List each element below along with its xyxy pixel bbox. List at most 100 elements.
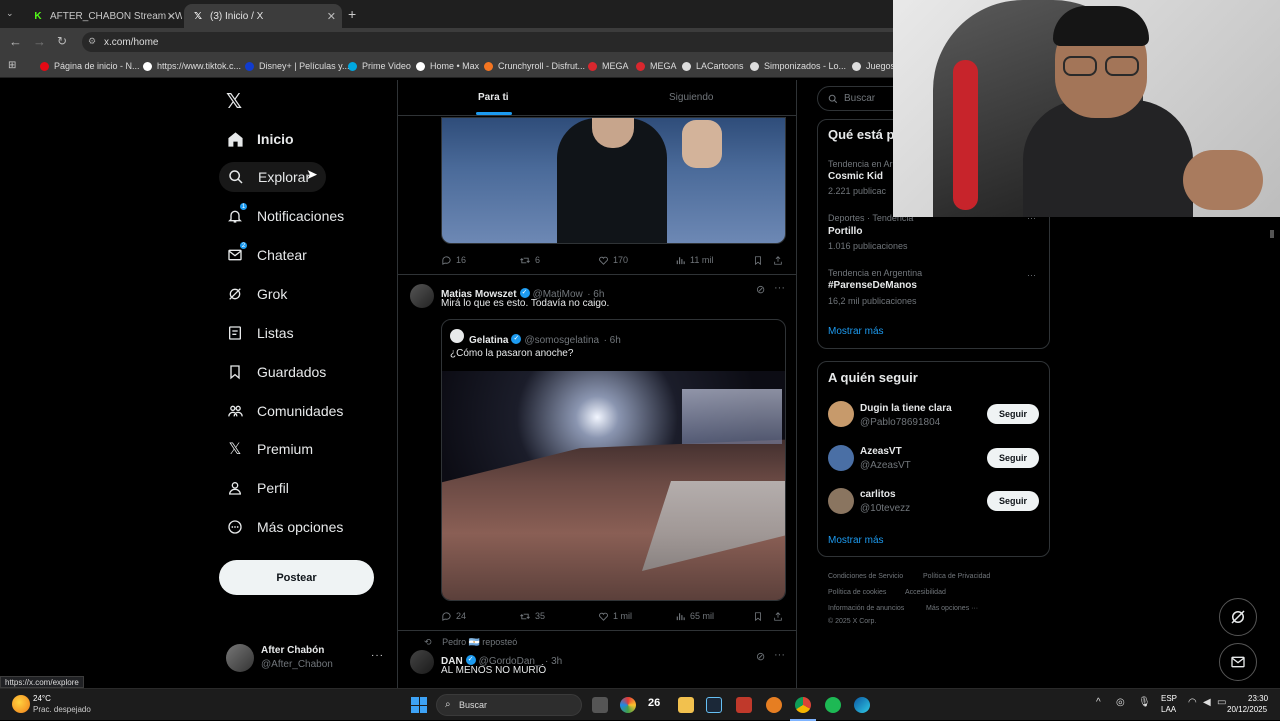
bookmark-item[interactable]: Juegos — [852, 61, 893, 71]
tray-app-icon[interactable]: ◎ — [1116, 697, 1125, 708]
microphone-icon[interactable] — [766, 697, 782, 713]
windows-start-icon[interactable] — [411, 697, 427, 713]
nav-grok[interactable]: Grok — [226, 279, 287, 309]
tab-para-ti[interactable]: Para ti — [478, 92, 509, 103]
footer-link[interactable]: Información de anuncios — [828, 605, 904, 612]
site-info-icon[interactable]: ⚙ — [88, 36, 96, 47]
footer-link[interactable]: Política de cookies — [828, 589, 886, 596]
bookmark-item[interactable]: Crunchyroll - Disfrut... — [484, 61, 585, 71]
footer-link[interactable]: Condiciones de Servicio — [828, 573, 903, 580]
follow-button[interactable]: Seguir — [987, 491, 1039, 511]
nav-notificaciones[interactable]: 1 Notificaciones — [226, 201, 344, 231]
language-bottom[interactable]: LAA — [1161, 705, 1176, 714]
tab-siguiendo[interactable]: Siguiendo — [669, 92, 713, 103]
bookmark-item[interactable]: https://www.tiktok.c... — [143, 61, 241, 71]
avatar[interactable] — [410, 650, 434, 674]
post-button[interactable]: Postear — [219, 560, 374, 595]
nav-guardados[interactable]: Guardados — [226, 357, 326, 387]
suggested-user-name[interactable]: carlitos — [860, 489, 896, 500]
bookmark-item[interactable]: MEGA — [636, 61, 677, 71]
concert-photo[interactable] — [442, 371, 785, 600]
trend-name[interactable]: Portillo — [828, 226, 862, 237]
bookmark-item[interactable]: Página de inicio - N... — [40, 61, 140, 71]
new-tab-icon[interactable]: + — [348, 6, 356, 22]
bookmark-item[interactable]: LACartoons — [682, 61, 744, 71]
avatar[interactable] — [828, 445, 854, 471]
tweet-more-icon[interactable]: ··· — [774, 649, 785, 661]
trend-more-icon[interactable]: ··· — [1027, 270, 1036, 280]
account-more-icon[interactable]: ··· — [371, 650, 384, 661]
taskbar-search[interactable]: ⌕ Buscar — [436, 694, 582, 716]
scrollbar-thumb[interactable] — [1270, 230, 1274, 238]
nav-inicio[interactable]: Inicio — [226, 124, 294, 154]
task-view-icon[interactable] — [592, 697, 608, 713]
weather-icon[interactable] — [12, 695, 30, 713]
apps-icon[interactable]: ⊞ — [8, 60, 16, 71]
x-logo-icon[interactable]: 𝕏 — [226, 89, 242, 114]
bookmark-item[interactable]: Simponizados - Lo... — [750, 61, 846, 71]
bookmark-item[interactable]: Prime Video — [348, 61, 411, 71]
messages-fab-button[interactable] — [1219, 643, 1257, 681]
nav-perfil[interactable]: Perfil — [226, 473, 289, 503]
tweet-time[interactable]: · 3h — [545, 656, 562, 667]
edge-icon[interactable] — [854, 697, 870, 713]
suggested-user-name[interactable]: Dugin la tiene clara — [860, 403, 952, 414]
suggested-user-name[interactable]: AzeasVT — [860, 446, 902, 457]
reload-icon[interactable]: ↻ — [57, 34, 67, 48]
calendar-icon[interactable]: 26 — [648, 697, 660, 709]
chevron-up-icon[interactable]: ^ — [1096, 697, 1101, 708]
tab-after-chabon-stream[interactable]: K AFTER_CHABON Stream - Watc ✕ — [24, 4, 182, 28]
nav-chatear[interactable]: 2 Chatear — [226, 240, 307, 270]
grok-icon[interactable]: ⊘ — [756, 650, 765, 663]
trend-name[interactable]: #ParenseDeManos — [828, 280, 917, 291]
like-button[interactable]: 1 mil — [598, 611, 632, 622]
views-button[interactable]: 11 mil — [675, 255, 713, 266]
bookmark-item[interactable]: MEGA — [588, 61, 629, 71]
close-icon[interactable]: ✕ — [327, 10, 336, 23]
volume-icon[interactable]: ◀ — [1203, 697, 1211, 708]
repost-button[interactable]: 35 — [519, 611, 545, 622]
nav-comunidades[interactable]: Comunidades — [226, 396, 343, 426]
nav-premium[interactable]: 𝕏 Premium — [226, 434, 313, 464]
grok-fab-button[interactable] — [1219, 598, 1257, 636]
repost-button[interactable]: 6 — [519, 255, 540, 266]
nav-mas-opciones[interactable]: Más opciones — [226, 512, 343, 542]
file-explorer-icon[interactable] — [678, 697, 694, 713]
show-more-trends-link[interactable]: Mostrar más — [828, 326, 884, 337]
quoted-tweet[interactable]: Gelatina ✓ @somosgelatina · 6h ¿Cómo la pa… — [441, 319, 786, 601]
views-button[interactable]: 65 mil — [675, 611, 714, 622]
weather-desc[interactable]: Prac. despejado — [33, 705, 91, 714]
steam-icon[interactable] — [706, 697, 722, 713]
share-icon[interactable] — [773, 255, 783, 266]
tab-search-icon[interactable]: ⌄ — [6, 8, 14, 19]
show-more-follow-link[interactable]: Mostrar más — [828, 535, 884, 546]
spotify-icon[interactable] — [825, 697, 841, 713]
battery-icon[interactable]: ▭ — [1217, 697, 1226, 708]
follow-button[interactable]: Seguir — [987, 448, 1039, 468]
tweet-media-image[interactable] — [441, 117, 786, 244]
clock-time[interactable]: 23:30 — [1248, 694, 1268, 703]
grok-icon[interactable]: ⊘ — [756, 283, 765, 296]
like-button[interactable]: 170 — [598, 255, 628, 266]
bookmark-icon[interactable] — [753, 255, 763, 266]
microphone-icon[interactable]: 🎙 — [1138, 697, 1151, 708]
app-icon[interactable] — [736, 697, 752, 713]
avatar[interactable] — [410, 284, 434, 308]
reply-button[interactable]: 24 — [441, 611, 466, 622]
footer-link[interactable]: Accesibilidad — [905, 589, 946, 596]
back-icon[interactable]: ← — [9, 34, 22, 49]
avatar[interactable] — [828, 488, 854, 514]
trend-name[interactable]: Cosmic Kid — [828, 171, 883, 182]
nav-listas[interactable]: Listas — [226, 318, 294, 348]
bookmark-icon[interactable] — [753, 611, 763, 622]
wifi-icon[interactable]: ◠ — [1188, 697, 1197, 708]
follow-button[interactable]: Seguir — [987, 404, 1039, 424]
close-icon[interactable]: ✕ — [167, 10, 176, 23]
tweet-more-icon[interactable]: ··· — [774, 282, 785, 294]
address-bar[interactable]: ⚙ x.com/home — [82, 32, 893, 52]
forward-icon[interactable]: → — [33, 34, 46, 49]
bookmark-item[interactable]: Home • Max — [416, 61, 479, 71]
footer-link[interactable]: Más opciones ··· — [926, 605, 978, 612]
tab-inicio-x[interactable]: 𝕏 (3) Inicio / X ✕ — [184, 4, 342, 28]
bookmark-item[interactable]: Disney+ | Películas y... — [245, 61, 349, 71]
